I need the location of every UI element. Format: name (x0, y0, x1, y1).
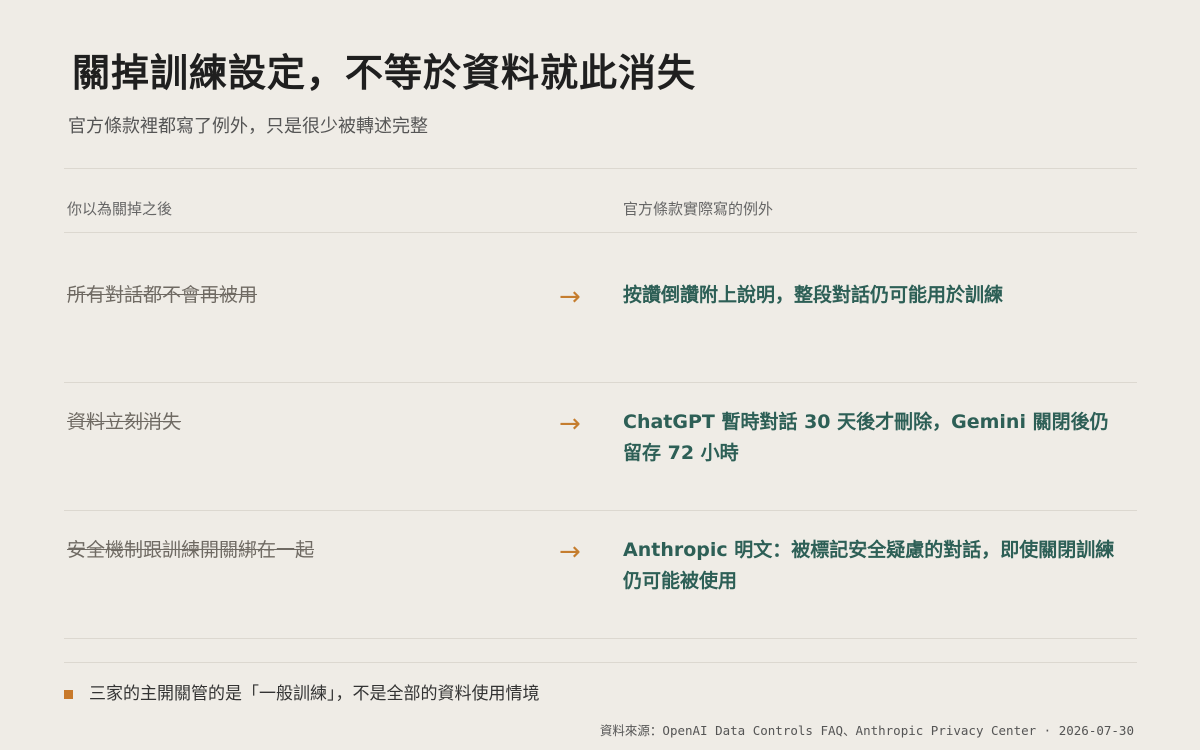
square-bullet-icon (64, 689, 73, 699)
divider (64, 168, 1137, 169)
column-header-exception: 官方條款實際寫的例外 (623, 200, 774, 218)
divider (64, 382, 1137, 383)
arrow-right-icon: → (559, 537, 581, 567)
divider (64, 510, 1137, 511)
exception-text: Anthropic 明文：被標記安全疑慮的對話，即使關閉訓練仍可能被使用 (623, 539, 1115, 592)
divider (64, 638, 1137, 639)
source-citation: 資料來源：OpenAI Data Controls FAQ、Anthropic … (599, 723, 1134, 738)
column-header-belief: 你以為關掉之後 (67, 200, 173, 218)
divider (64, 232, 1137, 233)
belief-text: 安全機制跟訓練開關綁在一起 (67, 539, 315, 561)
belief-text: 所有對話都不會再被用 (67, 284, 258, 306)
belief-text: 資料立刻消失 (67, 411, 182, 433)
arrow-right-icon: → (559, 409, 581, 439)
divider (64, 662, 1137, 663)
page-title: 關掉訓練設定，不等於資料就此消失 (72, 50, 697, 95)
exception-text: ChatGPT 暫時對話 30 天後才刪除，Gemini 關閉後仍留存 72 小… (623, 411, 1109, 464)
page-subtitle: 官方條款裡都寫了例外，只是很少被轉述完整 (68, 116, 428, 137)
footnote-text: 三家的主開關管的是「一般訓練」，不是全部的資料使用情境 (89, 684, 540, 704)
exception-text: 按讚倒讚附上說明，整段對話仍可能用於訓練 (623, 284, 1004, 306)
footnote: 三家的主開關管的是「一般訓練」，不是全部的資料使用情境 (64, 682, 540, 706)
arrow-right-icon: → (559, 282, 581, 312)
